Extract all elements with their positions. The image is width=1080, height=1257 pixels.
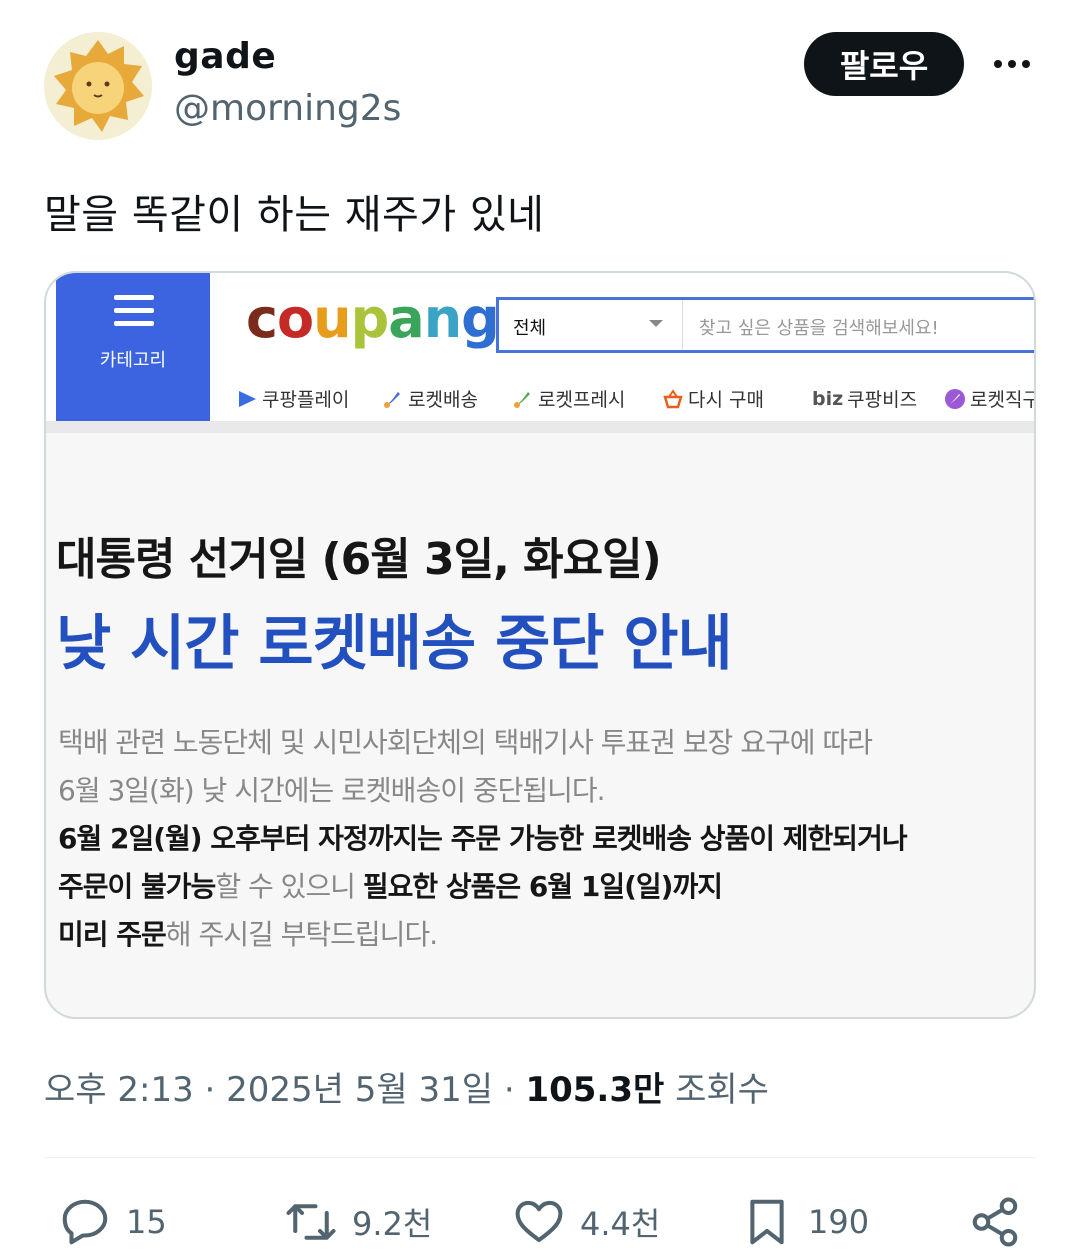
share-icon <box>972 1197 1018 1247</box>
heart-icon <box>515 1200 563 1243</box>
lion-avatar-icon <box>44 32 152 140</box>
rocket-fresh-icon <box>514 391 530 408</box>
rocket-direct-icon <box>945 388 965 409</box>
like-count: 4.4천 <box>580 1205 661 1243</box>
bookmark-icon <box>750 1199 784 1245</box>
search-placeholder: 찾고 싶은 상품을 검색해보세요! <box>699 318 939 339</box>
nav-rocket-direct: 로켓직구 <box>944 385 1034 412</box>
share-button[interactable] <box>968 1190 1022 1254</box>
tweet-meta: 오후 2:13 · 2025년 5월 31일 · 105.3만 조회수 <box>44 1062 769 1111</box>
like-button[interactable]: 4.4천 <box>512 1190 660 1254</box>
notice-line-bold: 6월 2일(월) 오후부터 자정까지는 주문 가능한 로켓배송 상품이 제한되거… <box>58 822 908 855</box>
basket-icon <box>663 388 683 408</box>
notice-line: 택배 관련 노동단체 및 시민사회단체의 택배기사 투표권 보장 요구에 따라 <box>58 726 873 759</box>
tweet-text: 말을 똑같이 하는 재주가 있네 <box>44 192 545 238</box>
coupang-header: 카테고리 coupang 전체 찾고 싶은 상품을 검색해보세요! 쿠팡플레이 … <box>46 273 1034 433</box>
bookmark-button[interactable]: 190 <box>740 1190 869 1254</box>
play-icon <box>239 390 256 407</box>
nav-coupang-play: 쿠팡플레이 <box>236 385 349 412</box>
divider <box>44 1157 1036 1158</box>
notice-headline: 대통령 선거일 (6월 3일, 화요일) <box>56 534 662 585</box>
rocket-icon <box>384 391 400 408</box>
search-scope: 전체 <box>513 318 547 339</box>
display-name[interactable]: gade <box>174 36 276 77</box>
notice-subheadline: 낮 시간 로켓배송 중단 안내 <box>56 609 733 679</box>
reply-icon <box>62 1199 108 1245</box>
category-menu: 카테고리 <box>56 273 210 421</box>
dropdown-caret-icon <box>649 320 663 327</box>
repost-icon <box>286 1204 336 1240</box>
repost-count: 9.2천 <box>352 1205 433 1243</box>
nav-rebuy: 다시 구매 <box>662 385 764 412</box>
reply-count: 15 <box>126 1203 167 1241</box>
user-handle[interactable]: @morning2s <box>174 88 401 129</box>
hamburger-icon <box>114 295 154 334</box>
views-label: 조회수 <box>664 1070 769 1110</box>
reply-button[interactable]: 15 <box>58 1190 167 1254</box>
repost-button[interactable]: 9.2천 <box>284 1190 432 1254</box>
tweet-image[interactable]: 카테고리 coupang 전체 찾고 싶은 상품을 검색해보세요! 쿠팡플레이 … <box>44 271 1036 1019</box>
notice-body: 택배 관련 노동단체 및 시민사회단체의 택배기사 투표권 보장 요구에 따라 … <box>58 719 1018 959</box>
notice-line: 6월 3일(화) 낮 시간에는 로켓배송이 중단됩니다. <box>58 774 606 807</box>
nav-coupang-biz: biz 쿠팡비즈 <box>812 387 918 412</box>
more-options-icon[interactable] <box>984 44 1040 84</box>
search-box: 전체 찾고 싶은 상품을 검색해보세요! <box>496 297 1034 353</box>
timestamp[interactable]: 오후 2:13 · 2025년 5월 31일 · <box>44 1070 525 1110</box>
view-count: 105.3만 <box>525 1070 665 1110</box>
bookmark-count: 190 <box>808 1203 870 1241</box>
nav-rocket-delivery: 로켓배송 <box>382 385 478 412</box>
follow-button[interactable]: 팔로우 <box>804 32 964 96</box>
category-label: 카테고리 <box>99 350 167 371</box>
nav-rocket-fresh: 로켓프레시 <box>512 385 625 412</box>
avatar[interactable] <box>44 32 152 140</box>
coupang-logo: coupang <box>246 287 500 350</box>
coupang-nav: 쿠팡플레이 로켓배송 로켓프레시 다시 구매 biz 쿠팡비즈 로켓직구 <box>236 385 1034 415</box>
